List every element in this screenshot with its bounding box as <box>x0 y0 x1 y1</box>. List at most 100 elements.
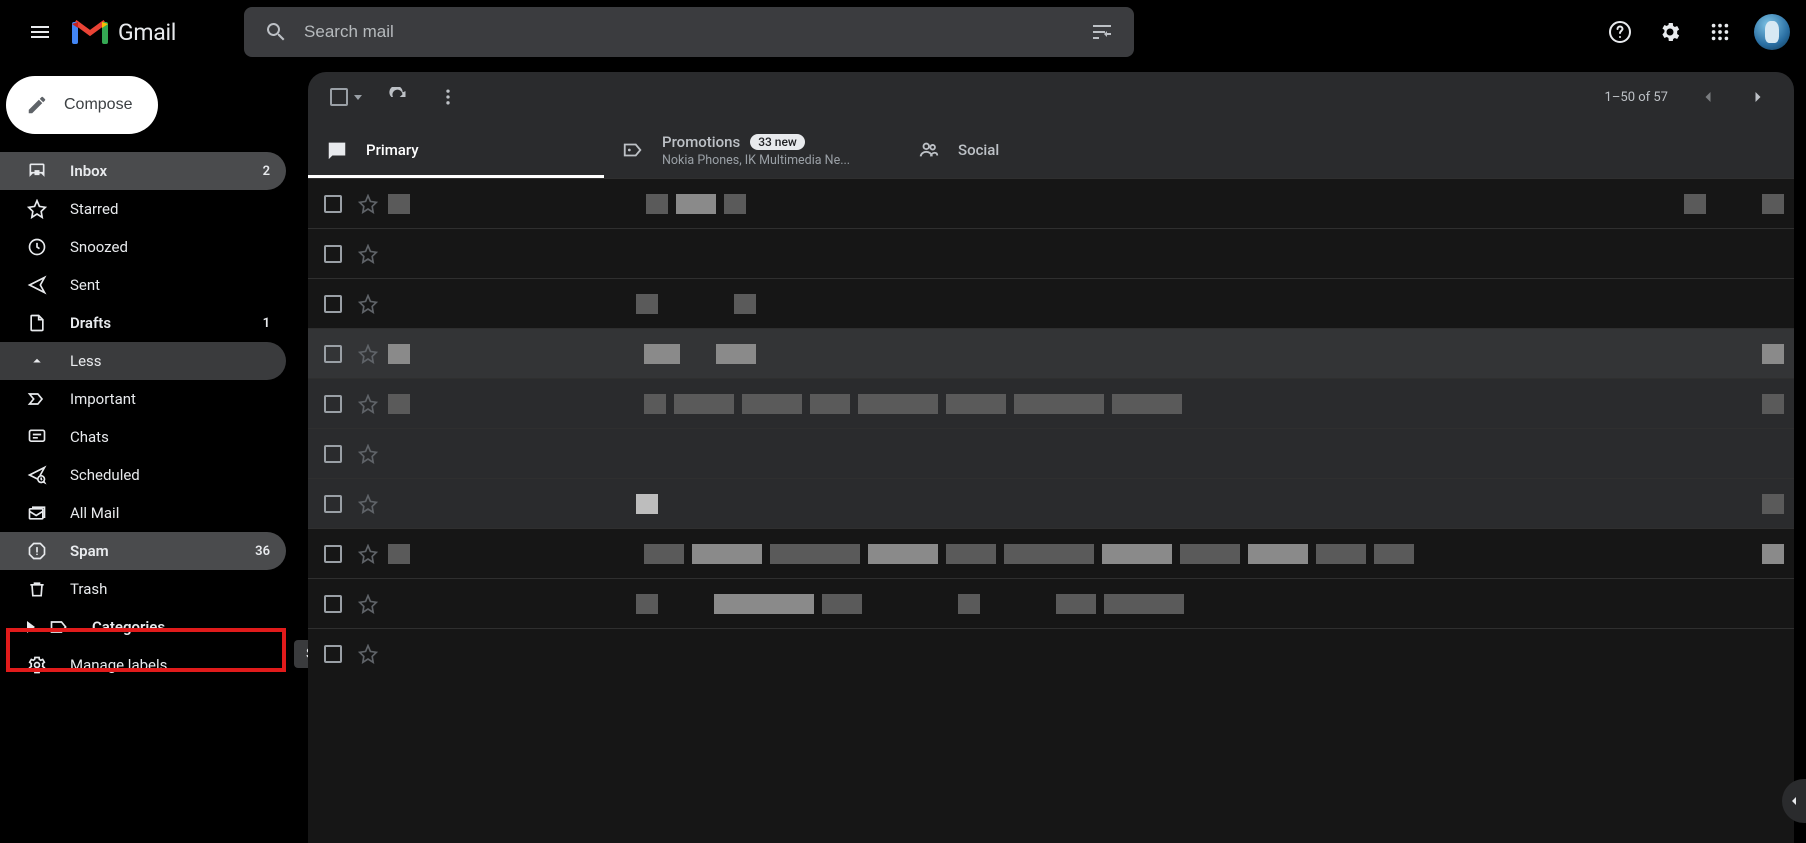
account-avatar[interactable] <box>1754 14 1790 50</box>
search-bar[interactable] <box>244 7 1134 57</box>
category-tabs: Primary Promotions 33 new Nokia Phones, … <box>308 122 1794 178</box>
row-star[interactable] <box>358 594 378 614</box>
row-checkbox[interactable] <box>324 545 342 563</box>
row-checkbox[interactable] <box>324 495 342 513</box>
refresh-button[interactable] <box>380 79 416 115</box>
sidebar-item-count: 36 <box>255 544 270 559</box>
row-checkbox[interactable] <box>324 195 342 213</box>
sidebar-item-spam[interactable]: Spam 36 <box>0 532 286 570</box>
app-name: Gmail <box>118 19 176 46</box>
row-star[interactable] <box>358 344 378 364</box>
mail-row[interactable] <box>308 278 1794 328</box>
settings-button[interactable] <box>1648 10 1692 54</box>
mail-row[interactable] <box>308 528 1794 578</box>
sidebar-item-sent[interactable]: Sent <box>0 266 286 304</box>
row-checkbox[interactable] <box>324 245 342 263</box>
row-star[interactable] <box>358 644 378 664</box>
label-icon <box>48 616 70 638</box>
star-icon <box>26 198 48 220</box>
mail-row[interactable] <box>308 578 1794 628</box>
sidebar-item-manage-labels[interactable]: Manage labels <box>0 646 286 684</box>
sidebar-item-label: Scheduled <box>70 466 270 484</box>
sidebar-item-snoozed[interactable]: Snoozed <box>0 228 286 266</box>
pencil-icon <box>26 94 48 116</box>
file-icon <box>26 312 48 334</box>
tab-promotions[interactable]: Promotions 33 new Nokia Phones, IK Multi… <box>604 122 900 178</box>
row-checkbox[interactable] <box>324 295 342 313</box>
tab-social[interactable]: Social <box>900 122 1196 178</box>
row-checkbox[interactable] <box>324 345 342 363</box>
search-options-icon[interactable] <box>1078 8 1126 56</box>
mail-row[interactable] <box>308 328 1794 378</box>
row-star[interactable] <box>358 394 378 414</box>
mail-row[interactable] <box>308 178 1794 228</box>
sidebar-item-categories[interactable]: Categories <box>0 608 286 646</box>
row-star[interactable] <box>358 494 378 514</box>
sidebar-item-starred[interactable]: Starred <box>0 190 286 228</box>
chevron-left-icon <box>1698 87 1718 107</box>
body-area: Compose Inbox 2 Starred Snoozed Sent Dra… <box>0 64 1806 843</box>
tab-primary[interactable]: Primary <box>308 122 604 178</box>
gear-outline-icon <box>26 654 48 676</box>
redacted-content <box>388 594 1784 614</box>
logo-area[interactable]: Gmail <box>72 18 176 46</box>
sidebar-item-label: Manage labels <box>70 656 270 674</box>
row-checkbox[interactable] <box>324 595 342 613</box>
tab-label: Promotions <box>662 133 740 151</box>
sidebar-item-trash[interactable]: Trash <box>0 570 286 608</box>
sidebar-item-label: Starred <box>70 200 270 218</box>
redacted-content <box>388 344 1784 364</box>
chevron-right-icon <box>1748 87 1768 107</box>
row-checkbox[interactable] <box>324 445 342 463</box>
inbox-icon <box>26 160 48 182</box>
mail-row[interactable] <box>308 428 1794 478</box>
pagination-info: 1–50 of 57 <box>1605 90 1668 105</box>
support-button[interactable] <box>1598 10 1642 54</box>
sidebar-item-drafts[interactable]: Drafts 1 <box>0 304 286 342</box>
redacted-content <box>388 194 1784 214</box>
row-star[interactable] <box>358 294 378 314</box>
important-icon <box>26 388 48 410</box>
row-checkbox[interactable] <box>324 645 342 663</box>
refresh-icon <box>388 87 408 107</box>
mail-row[interactable] <box>308 228 1794 278</box>
main-menu-button[interactable] <box>16 8 64 56</box>
prev-page-button[interactable] <box>1690 79 1726 115</box>
sidebar-item-count: 1 <box>263 316 270 331</box>
redacted-content <box>388 544 1784 564</box>
mail-row[interactable] <box>308 378 1794 428</box>
more-button[interactable] <box>430 79 466 115</box>
app-header: Gmail <box>0 0 1806 64</box>
sidebar-item-label: Snoozed <box>70 238 270 256</box>
row-star[interactable] <box>358 544 378 564</box>
sidebar-item-important[interactable]: Important <box>0 380 286 418</box>
select-all-checkbox[interactable] <box>326 84 366 110</box>
redacted-content <box>388 294 1784 314</box>
next-page-button[interactable] <box>1740 79 1776 115</box>
row-star[interactable] <box>358 444 378 464</box>
sidebar-item-label: Trash <box>70 580 270 598</box>
sidebar-item-scheduled[interactable]: Scheduled <box>0 456 286 494</box>
chevron-down-icon <box>354 95 362 100</box>
compose-button[interactable]: Compose <box>6 76 158 134</box>
sidebar-item-label: Chats <box>70 428 270 446</box>
google-apps-button[interactable] <box>1698 10 1742 54</box>
sidebar-item-label: Less <box>70 352 270 370</box>
sidebar-item-inbox[interactable]: Inbox 2 <box>0 152 286 190</box>
sidebar-item-allmail[interactable]: All Mail <box>0 494 286 532</box>
row-star[interactable] <box>358 194 378 214</box>
search-icon[interactable] <box>252 8 300 56</box>
search-input[interactable] <box>300 22 1078 42</box>
apps-grid-icon <box>1709 21 1731 43</box>
social-tab-icon <box>918 139 940 161</box>
tab-badge: 33 new <box>750 134 805 150</box>
mail-row[interactable] <box>308 478 1794 528</box>
sidebar-item-label: Spam <box>70 542 233 560</box>
row-checkbox[interactable] <box>324 395 342 413</box>
sidebar-item-less[interactable]: Less <box>0 342 286 380</box>
chevron-left-icon <box>1786 793 1802 809</box>
row-star[interactable] <box>358 244 378 264</box>
sidebar-item-chats[interactable]: Chats <box>0 418 286 456</box>
mail-row[interactable] <box>308 628 1794 678</box>
trash-icon <box>26 578 48 600</box>
